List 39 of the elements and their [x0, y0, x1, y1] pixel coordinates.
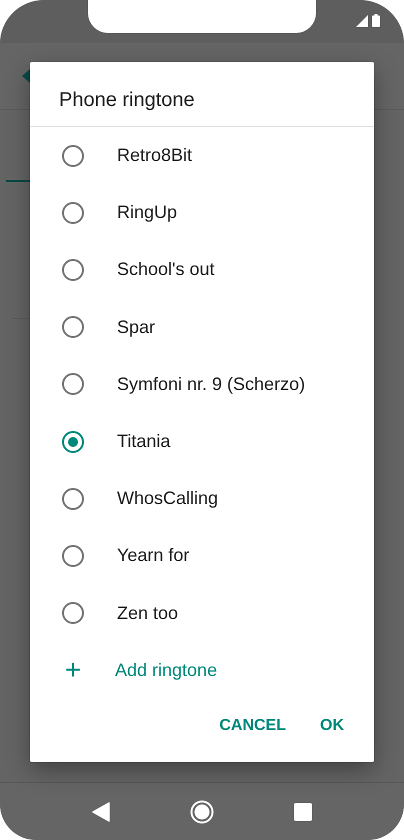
ringtone-label: Retro8Bit — [117, 145, 192, 166]
radio-button[interactable] — [62, 430, 84, 453]
back-icon[interactable] — [92, 802, 110, 822]
dialog-button[interactable]: OK — [310, 708, 354, 743]
recents-icon[interactable] — [294, 802, 312, 820]
ringtone-label: Zen too — [117, 602, 178, 624]
radio-button[interactable] — [62, 144, 84, 167]
ringtone-label: Spar — [117, 316, 156, 338]
radio-button[interactable] — [62, 602, 84, 624]
ringtone-label: Yearn for — [117, 545, 190, 566]
dialog-title: Phone ringtone — [30, 62, 374, 127]
home-icon[interactable] — [190, 800, 214, 824]
radio-button[interactable] — [62, 488, 84, 510]
battery-icon — [372, 14, 380, 27]
ringtone-option[interactable]: Zen too — [30, 584, 374, 642]
add-icon: + — [62, 656, 84, 684]
ringtone-option[interactable]: RingUp — [30, 184, 374, 242]
ringtone-option[interactable]: Symfoni nr. 9 (Scherzo) — [30, 356, 374, 413]
back-arrow-icon[interactable] — [22, 69, 32, 83]
radio-button[interactable] — [62, 258, 84, 281]
dialog-button[interactable]: CANCEL — [209, 708, 296, 743]
ringtone-option[interactable]: Yearn for — [30, 527, 374, 584]
ringtone-option[interactable]: Retro8Bit — [30, 127, 374, 184]
ringtone-option[interactable]: Spar — [30, 298, 374, 356]
radio-button[interactable] — [62, 373, 84, 396]
ringtone-label: School's out — [117, 259, 214, 280]
add-ringtone-label: Add ringtone — [115, 660, 218, 681]
radio-button[interactable] — [62, 316, 84, 338]
ringtone-label: WhosCalling — [117, 488, 218, 510]
ringtone-label: RingUp — [117, 202, 178, 224]
ringtone-label: Symfoni nr. 9 (Scherzo) — [117, 374, 306, 395]
ringtone-label: Titania — [117, 431, 170, 452]
ringtone-option[interactable]: Titania — [30, 412, 374, 470]
radio-button[interactable] — [62, 202, 84, 224]
add-ringtone-item[interactable]: + Add ringtone — [30, 642, 374, 699]
signal-icon — [356, 15, 368, 27]
ringtone-option[interactable]: School's out — [30, 241, 374, 299]
radio-button[interactable] — [62, 544, 84, 567]
ringtone-option[interactable]: WhosCalling — [30, 470, 374, 528]
